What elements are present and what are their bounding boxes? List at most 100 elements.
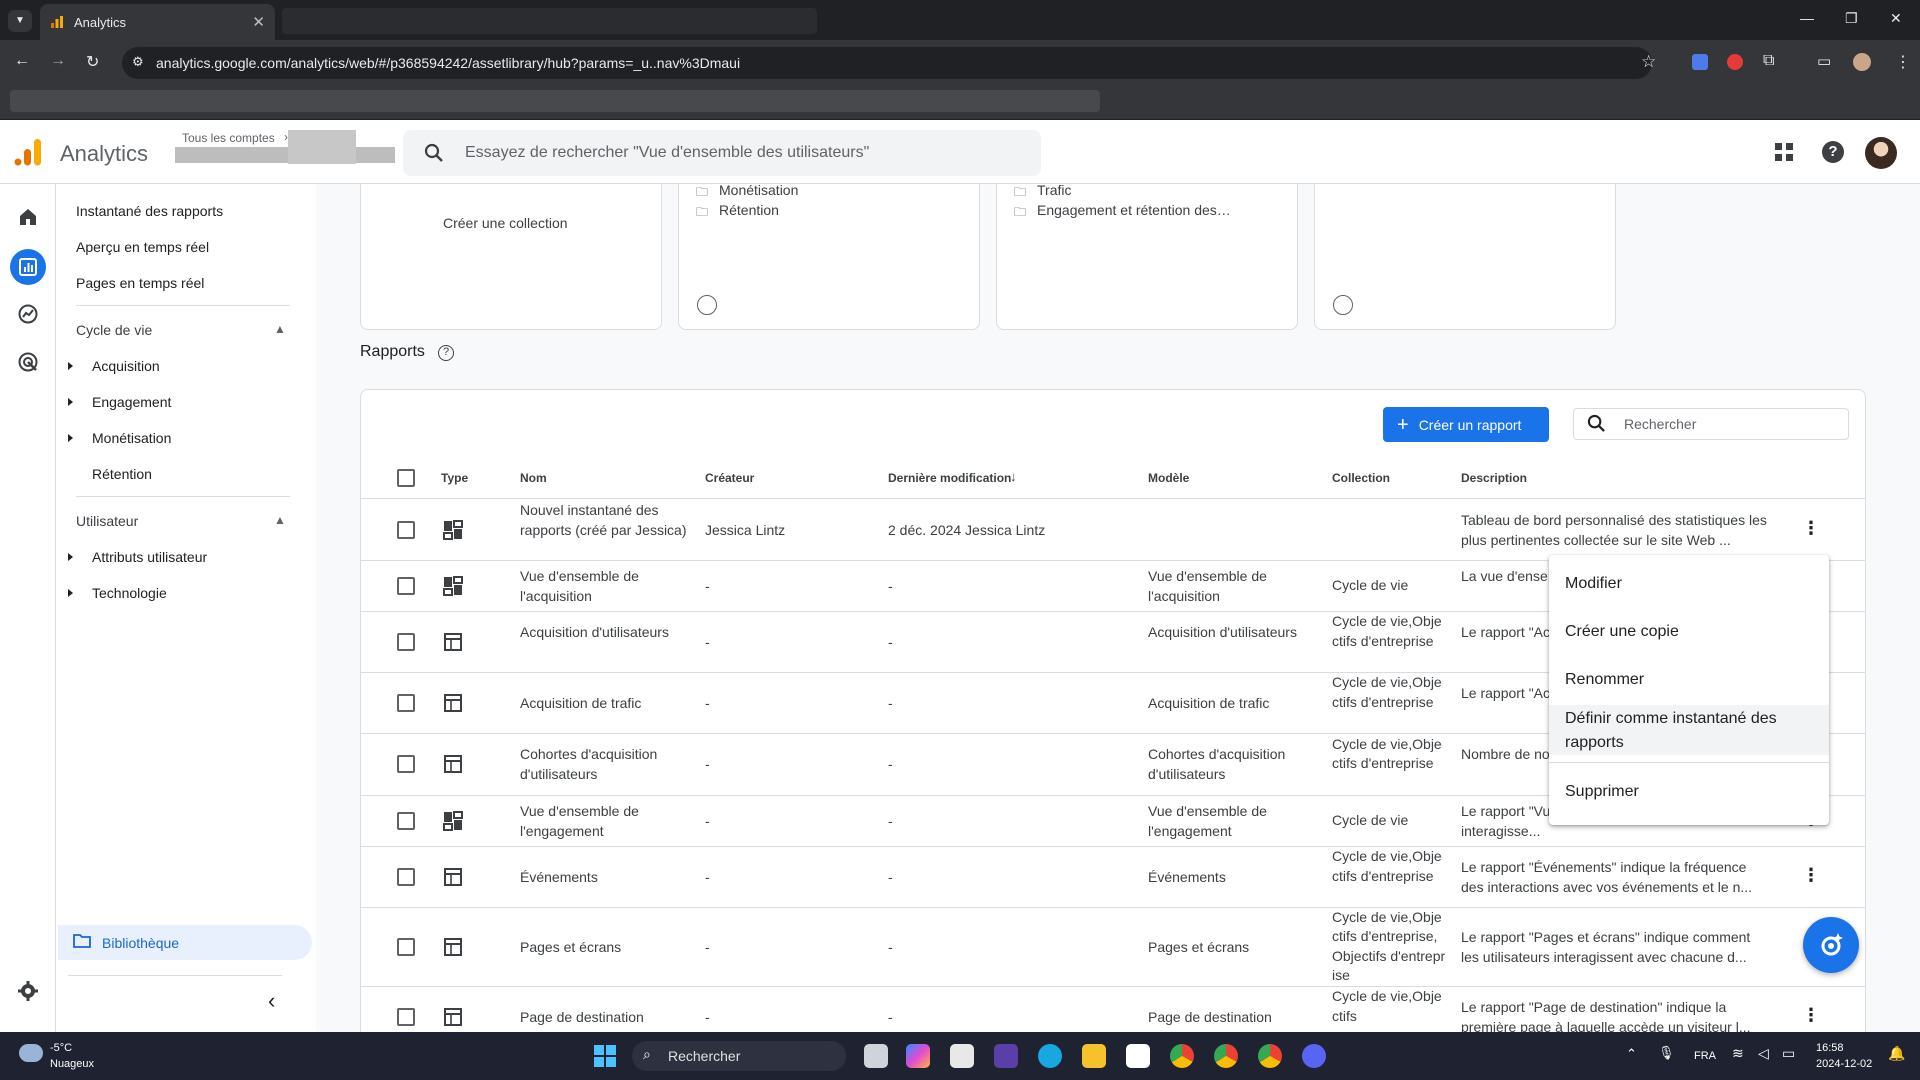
extension-icon[interactable]: [1727, 54, 1743, 70]
col-collection[interactable]: Collection: [1332, 471, 1390, 485]
row-checkbox[interactable]: [397, 811, 415, 830]
notion-icon[interactable]: [1126, 1044, 1150, 1068]
nav-retention[interactable]: Rétention: [92, 466, 152, 482]
browser-tab-analytics[interactable]: Analytics ✕: [40, 4, 275, 40]
apps-grid-icon[interactable]: [1774, 142, 1794, 162]
row-checkbox[interactable]: [397, 693, 415, 712]
report-name[interactable]: Pages et écrans: [520, 937, 690, 957]
bookmark-item[interactable]: [10, 90, 1100, 112]
collection-card[interactable]: [1314, 184, 1616, 330]
app-icon[interactable]: [1038, 1044, 1062, 1068]
row-checkbox[interactable]: [397, 520, 415, 539]
close-tab-icon[interactable]: ✕: [252, 13, 265, 31]
nav-section-user[interactable]: Utilisateur: [76, 513, 138, 529]
restore-icon[interactable]: ❐: [1845, 10, 1858, 27]
menu-item-set-snapshot[interactable]: Définir comme instantané des rapports: [1565, 707, 1805, 755]
col-description[interactable]: Description: [1461, 471, 1527, 485]
row-more-icon[interactable]: ⋮: [1802, 518, 1820, 539]
menu-item-delete[interactable]: Supprimer: [1565, 783, 1639, 801]
col-model[interactable]: Modèle: [1148, 471, 1189, 485]
expand-arrow-icon[interactable]: [68, 434, 73, 442]
browser-menu-icon[interactable]: ⋮: [1895, 52, 1911, 72]
task-view-icon[interactable]: [864, 1044, 888, 1068]
account-avatar[interactable]: [1865, 137, 1897, 169]
chrome-icon[interactable]: [1258, 1044, 1282, 1068]
notification-icon[interactable]: 🔔: [1888, 1045, 1905, 1062]
create-collection-card[interactable]: [360, 184, 662, 330]
home-icon[interactable]: [17, 206, 39, 228]
copilot-icon[interactable]: [906, 1044, 930, 1068]
nav-section-lifecycle[interactable]: Cycle de vie: [76, 322, 152, 338]
nav-realtime-pages[interactable]: Pages en temps réel: [76, 275, 204, 291]
report-name[interactable]: Acquisition de trafic: [520, 693, 690, 713]
clock-time[interactable]: 16:58: [1816, 1042, 1844, 1054]
puzzle-icon[interactable]: ⧉: [1763, 52, 1774, 70]
app-icon[interactable]: [994, 1044, 1018, 1068]
nav-technology[interactable]: Technologie: [92, 585, 167, 601]
cast-icon[interactable]: ▭: [1817, 52, 1831, 70]
discord-icon[interactable]: [1302, 1044, 1326, 1068]
file-explorer-icon[interactable]: [1082, 1044, 1106, 1068]
row-checkbox[interactable]: [397, 755, 415, 773]
search-input[interactable]: Essayez de rechercher "Vue d'ensemble de…: [403, 130, 1041, 176]
bookmark-star-icon[interactable]: ☆: [1641, 52, 1656, 72]
weather-icon[interactable]: [19, 1044, 43, 1062]
language-indicator[interactable]: FRA: [1694, 1050, 1716, 1062]
row-checkbox[interactable]: [397, 576, 415, 595]
report-name[interactable]: Vue d'ensemble de l'acquisition: [520, 566, 690, 606]
explore-icon[interactable]: [17, 303, 39, 325]
menu-item-rename[interactable]: Renommer: [1565, 671, 1644, 689]
windows-start-icon[interactable]: [593, 1044, 617, 1068]
assistant-fab[interactable]: [1803, 917, 1859, 973]
wifi-icon[interactable]: ≋: [1732, 1045, 1744, 1062]
report-name[interactable]: Nouvel instantané des rapports (créé par…: [520, 500, 690, 540]
row-checkbox[interactable]: [397, 632, 415, 651]
nav-reports-snapshot[interactable]: Instantané des rapports: [76, 203, 223, 219]
row-checkbox[interactable]: [397, 937, 415, 956]
col-name[interactable]: Nom: [520, 471, 547, 485]
row-checkbox[interactable]: [397, 867, 415, 886]
report-name[interactable]: Événements: [520, 867, 690, 887]
create-report-button[interactable]: + Créer un rapport: [1383, 407, 1549, 442]
row-checkbox[interactable]: [397, 1007, 415, 1026]
site-info-icon[interactable]: ⚙: [132, 54, 144, 70]
row-more-icon[interactable]: ⋮: [1802, 1005, 1820, 1026]
menu-item-copy[interactable]: Créer une copie: [1565, 623, 1679, 641]
app-icon[interactable]: [950, 1044, 974, 1068]
help-circle-icon[interactable]: ?: [438, 345, 454, 361]
profile-avatar[interactable]: [1853, 53, 1871, 71]
expand-arrow-icon[interactable]: [68, 553, 73, 561]
close-window-icon[interactable]: ✕: [1890, 10, 1902, 27]
address-bar[interactable]: analytics.google.com/analytics/web/#/p36…: [122, 47, 1652, 79]
nav-acquisition[interactable]: Acquisition: [92, 358, 160, 374]
settings-gear-icon[interactable]: [16, 979, 40, 1003]
chrome-icon[interactable]: [1214, 1044, 1238, 1068]
collapse-nav-icon[interactable]: ‹: [268, 988, 275, 1014]
battery-icon[interactable]: ▭: [1782, 1045, 1795, 1062]
report-name[interactable]: Page de destination: [520, 1007, 690, 1027]
nav-monetization[interactable]: Monétisation: [92, 430, 171, 446]
nav-library[interactable]: Bibliothèque: [58, 925, 312, 960]
clock-date[interactable]: 2024-12-02: [1816, 1058, 1872, 1070]
expand-arrow-icon[interactable]: [68, 398, 73, 406]
menu-item-edit[interactable]: Modifier: [1565, 575, 1622, 593]
expand-arrow-icon[interactable]: [68, 362, 73, 370]
report-name[interactable]: Vue d'ensemble de l'engagement: [520, 801, 690, 841]
nav-engagement[interactable]: Engagement: [92, 394, 171, 410]
back-icon[interactable]: ←: [14, 52, 30, 70]
extension-icon[interactable]: [1692, 54, 1708, 70]
reload-icon[interactable]: ↻: [86, 52, 99, 72]
minimize-icon[interactable]: —: [1800, 10, 1814, 26]
account-selector-label[interactable]: Tous les comptes: [182, 131, 275, 145]
create-collection-label[interactable]: Créer une collection: [443, 215, 568, 231]
report-name[interactable]: Acquisition d'utilisateurs: [520, 622, 690, 642]
row-more-icon[interactable]: ⋮: [1802, 865, 1820, 886]
select-all-checkbox[interactable]: [397, 469, 415, 487]
chevron-up-icon[interactable]: ▲: [274, 513, 286, 527]
report-search-input[interactable]: Rechercher: [1573, 408, 1849, 440]
account-name-redacted[interactable]: [175, 147, 395, 163]
sort-arrow-down-icon[interactable]: ↓: [1010, 469, 1017, 484]
nav-user-attributes[interactable]: Attributs utilisateur: [92, 549, 207, 565]
report-name[interactable]: Cohortes d'acquisition d'utilisateurs: [520, 744, 690, 784]
forward-icon[interactable]: →: [50, 52, 66, 70]
